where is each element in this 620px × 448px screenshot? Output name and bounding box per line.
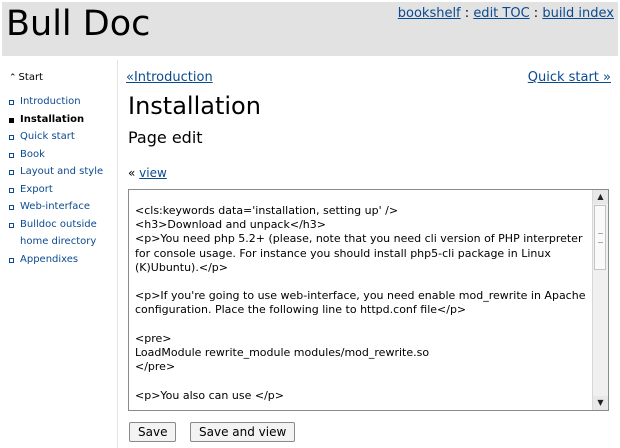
sidebar-item-label[interactable]: Introduction [20,96,81,107]
square-bullet-icon [9,117,14,123]
sidebar-item-label: Installation [20,113,85,125]
nav-separator: : [533,6,539,21]
double-up-chevron-icon: ⌃ [9,73,17,83]
sidebar-item-layout-and-style[interactable]: Layout and style [0,163,117,181]
sidebar-item-export[interactable]: Export [0,181,117,199]
sidebar-item-appendixes[interactable]: Appendixes [0,251,117,269]
triangle-down-icon[interactable]: ▼ [593,396,608,410]
sidebar-item-label[interactable]: Quick start [20,131,75,142]
header: Bull Doc bookshelf : edit TOC : build in… [2,2,618,56]
sidebar-item-label[interactable]: Web-interface [20,201,90,212]
square-bullet-icon [9,100,14,105]
sidebar-toc: Introduction Installation Quick start Bo… [0,93,117,268]
scrollbar-thumb[interactable] [594,205,606,270]
sidebar-item-introduction[interactable]: Introduction [0,93,117,111]
sidebar-item-label[interactable]: Appendixes [20,254,78,265]
sidebar-start[interactable]: ⌃ Start [9,72,43,83]
page-editor-textarea[interactable]: <cls:keywords data='installation, settin… [128,189,609,411]
square-bullet-icon [9,257,14,263]
sidebar-item-book[interactable]: Book [0,146,117,164]
editor-content[interactable]: <cls:keywords data='installation, settin… [135,204,590,410]
sidebar-item-label[interactable]: Book [20,149,45,160]
page-subtitle: Page edit [128,128,203,147]
square-bullet-icon [9,187,14,193]
sidebar-start-label: Start [18,72,43,83]
sidebar: ⌃ Start Introduction Installation Quick s… [0,60,118,448]
editor-scrollbar[interactable]: ▲ ▼ [592,190,608,410]
next-page-link[interactable]: Quick start » [528,70,611,85]
square-bullet-icon [9,152,14,158]
save-button[interactable]: Save [129,422,177,442]
square-bullet-icon [9,135,14,140]
square-bullet-icon [9,170,14,175]
edit-toc-link[interactable]: edit TOC [473,6,529,21]
prev-page-link[interactable]: «Introduction [126,70,213,85]
sidebar-item-label[interactable]: Layout and style [20,166,103,177]
top-nav: bookshelf : edit TOC : build index [398,5,614,22]
grip-icon [598,233,603,243]
bookshelf-link[interactable]: bookshelf [398,6,461,21]
square-bullet-icon [9,205,14,210]
sidebar-item-bulldoc-outside[interactable]: Bulldoc outside home directory [0,216,117,251]
square-bullet-icon [9,222,14,228]
triangle-up-icon[interactable]: ▲ [593,190,608,204]
build-index-link[interactable]: build index [542,6,614,21]
sidebar-item-label[interactable]: Export [20,184,53,195]
view-link[interactable]: view [139,166,167,180]
sidebar-item-installation: Installation [0,111,117,129]
view-prefix: « [128,166,136,180]
sidebar-item-web-interface[interactable]: Web-interface [0,198,117,216]
sidebar-item-quick-start[interactable]: Quick start [0,128,117,146]
site-title: Bull Doc [6,4,151,44]
sidebar-item-label[interactable]: Bulldoc outside home directory [20,219,97,248]
page-title: Installation [128,92,261,120]
view-line: « view [128,166,167,180]
nav-separator: : [464,6,470,21]
save-and-view-button[interactable]: Save and view [190,422,296,442]
